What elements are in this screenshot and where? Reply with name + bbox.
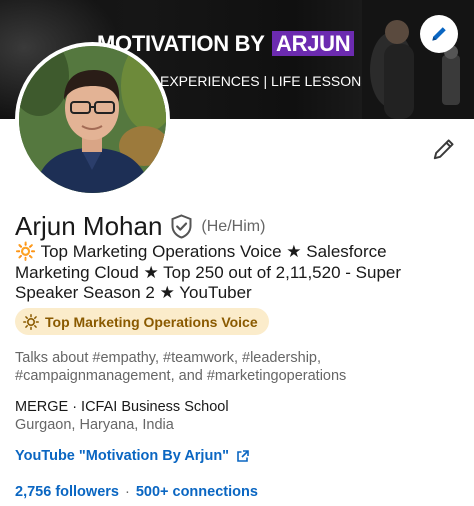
profile-headline: 🔆 Top Marketing Operations Voice ★ Sales… (15, 242, 435, 304)
stats-separator: · (124, 484, 130, 500)
pronouns: (He/Him) (201, 217, 266, 235)
talks-about: Talks about #empathy, #teamwork, #leader… (15, 350, 347, 384)
name-row: Arjun Mohan (He/Him) (15, 211, 265, 242)
followers-link[interactable]: 2,756 followers (15, 484, 119, 500)
website-link[interactable]: YouTube "Motivation By Arjun" (15, 448, 249, 464)
verified-shield-icon[interactable] (170, 214, 193, 239)
banner-subtitle: EXPERIENCES | LIFE LESSONS (160, 73, 371, 89)
edit-banner-button[interactable] (420, 15, 458, 53)
connections-link[interactable]: 500+ connections (136, 484, 258, 500)
network-stats: 2,756 followers · 500+ connections (15, 484, 258, 500)
banner-person-image (362, 0, 474, 119)
top-voice-badge[interactable]: Top Marketing Operations Voice (15, 308, 269, 335)
headline-emoji: 🔆 (15, 242, 37, 261)
banner-title: MOTIVATION BY ARJUN (97, 31, 355, 57)
headline-text: Top Marketing Operations Voice ★ Salesfo… (15, 242, 402, 302)
sun-icon (23, 313, 39, 330)
pencil-icon (432, 27, 446, 41)
pencil-icon (433, 139, 454, 160)
top-voice-label: Top Marketing Operations Voice (45, 313, 258, 330)
profile-avatar[interactable] (15, 42, 170, 197)
company-education[interactable]: MERGE · ICFAI Business School (15, 399, 229, 415)
avatar-photo (19, 46, 166, 193)
location: Gurgaon, Haryana, India (15, 417, 174, 433)
external-link-icon (236, 449, 249, 463)
edit-profile-button[interactable] (428, 133, 460, 165)
website-link-label[interactable]: YouTube "Motivation By Arjun" (15, 448, 229, 464)
profile-name: Arjun Mohan (15, 211, 163, 241)
banner-title-highlight: ARJUN (272, 31, 355, 56)
